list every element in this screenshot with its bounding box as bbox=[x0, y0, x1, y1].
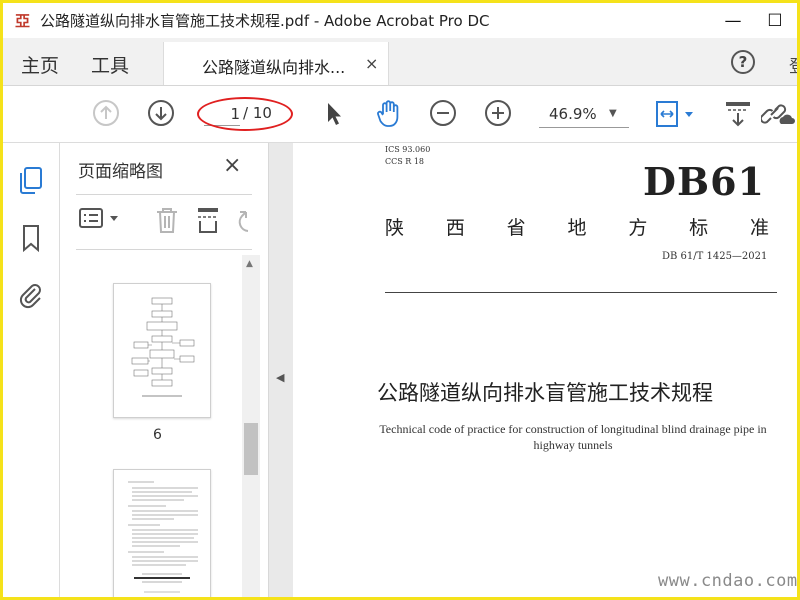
divider bbox=[76, 194, 252, 195]
zoom-level-select[interactable]: 46.9% ▼ bbox=[539, 103, 629, 128]
document-title-english: Technical code of practice for construct… bbox=[379, 422, 767, 452]
attachments-icon[interactable] bbox=[17, 280, 45, 310]
standard-category-char: 省 bbox=[506, 217, 526, 239]
page-thumbnail-6[interactable] bbox=[113, 283, 211, 418]
thumbnail-scrollbar[interactable]: ▲ bbox=[242, 255, 260, 597]
scroll-up-icon[interactable]: ▲ bbox=[246, 259, 253, 269]
ics-code: ICS 93.060 bbox=[385, 145, 431, 154]
link-cloud-icon[interactable] bbox=[761, 98, 797, 130]
maximize-button[interactable]: ☐ bbox=[763, 9, 787, 33]
thumbnail-page-label: 6 bbox=[153, 427, 162, 443]
horizontal-rule bbox=[385, 292, 777, 293]
standard-category-char: 方 bbox=[628, 217, 648, 239]
acrobat-app-icon: 亞 bbox=[15, 12, 31, 30]
arrow-up-icon bbox=[100, 105, 112, 119]
zoom-value: 46.9% bbox=[549, 105, 597, 123]
minus-icon bbox=[437, 112, 449, 114]
acrobat-window: 亞 公路隧道纵向排水盲管施工技术规程.pdf - Adobe Acrobat P… bbox=[0, 0, 800, 600]
standard-category-char: 标 bbox=[689, 217, 709, 239]
zoom-out-button[interactable] bbox=[430, 100, 456, 126]
bookmarks-icon[interactable] bbox=[17, 223, 45, 253]
previous-page-button[interactable] bbox=[93, 100, 119, 126]
standard-category-char: 地 bbox=[567, 217, 587, 239]
page-thumbnails-panel: 页面缩略图 × 6 ▲ bbox=[60, 143, 268, 597]
text-page-thumbnail-image bbox=[128, 481, 198, 593]
collapse-panel-icon[interactable]: ◀ bbox=[276, 371, 284, 384]
scroll-mode-icon[interactable] bbox=[723, 98, 753, 130]
red-highlight-annotation bbox=[197, 97, 293, 131]
minimize-button[interactable]: — bbox=[721, 9, 745, 33]
standard-number: DB 61/T 1425—2021 bbox=[662, 251, 768, 262]
window-title: 公路隧道纵向排水盲管施工技术规程.pdf - Adobe Acrobat Pro… bbox=[40, 12, 490, 30]
watermark-text: www.cndao.com bbox=[658, 571, 798, 591]
panel-splitter[interactable]: ◀ bbox=[268, 143, 294, 597]
close-tab-button[interactable]: × bbox=[365, 54, 378, 73]
left-rail bbox=[3, 143, 60, 597]
page-thumbnails-icon[interactable] bbox=[17, 165, 45, 195]
divider bbox=[76, 249, 252, 250]
tab-bar: 主页 工具 公路隧道纵向排水... × ? 登 bbox=[3, 38, 797, 86]
standard-code: DB61 bbox=[643, 159, 765, 204]
arrow-down-icon bbox=[155, 107, 167, 121]
tab-tools[interactable]: 工具 bbox=[91, 51, 129, 78]
fit-page-icon[interactable] bbox=[653, 98, 697, 130]
standard-category-char: 陕 bbox=[385, 217, 405, 239]
standard-category-char: 准 bbox=[749, 217, 769, 239]
tab-home[interactable]: 主页 bbox=[21, 51, 59, 78]
thumbnail-options-icon[interactable] bbox=[78, 205, 122, 233]
close-panel-button[interactable]: × bbox=[223, 153, 241, 178]
rotate-page-icon[interactable] bbox=[234, 205, 258, 235]
next-page-button[interactable] bbox=[148, 100, 174, 126]
plus-icon bbox=[492, 107, 504, 119]
select-cursor-icon[interactable] bbox=[323, 100, 345, 128]
scrollbar-thumb[interactable] bbox=[244, 423, 258, 475]
standard-category-char: 西 bbox=[445, 217, 465, 239]
flowchart-thumbnail-image bbox=[131, 297, 195, 397]
zoom-in-button[interactable] bbox=[485, 100, 511, 126]
document-tab-label: 公路隧道纵向排水... bbox=[202, 58, 346, 77]
hand-tool-icon[interactable] bbox=[373, 98, 405, 130]
help-icon[interactable]: ? bbox=[731, 50, 755, 74]
page-thumbnail-7[interactable] bbox=[113, 469, 211, 597]
sign-in-button[interactable]: 登 bbox=[789, 52, 797, 77]
delete-page-icon[interactable] bbox=[153, 205, 181, 235]
title-bar: 亞 公路隧道纵向排水盲管施工技术规程.pdf - Adobe Acrobat P… bbox=[3, 3, 797, 38]
panel-title: 页面缩略图 bbox=[78, 162, 163, 182]
main-toolbar: 1 / 10 46.9% ▼ bbox=[3, 86, 797, 143]
insert-page-icon[interactable] bbox=[194, 205, 222, 235]
document-view: ICS 93.060 CCS R 18 DB61 陕 西 省 地 方 标 准 D… bbox=[293, 143, 797, 597]
document-title-chinese: 公路隧道纵向排水盲管施工技术规程 bbox=[377, 381, 713, 405]
ccs-code: CCS R 18 bbox=[385, 157, 425, 166]
standard-category: 陕 西 省 地 方 标 准 bbox=[385, 213, 769, 240]
tab-document[interactable]: 公路隧道纵向排水... × bbox=[163, 42, 389, 85]
chevron-down-icon: ▼ bbox=[609, 108, 617, 119]
